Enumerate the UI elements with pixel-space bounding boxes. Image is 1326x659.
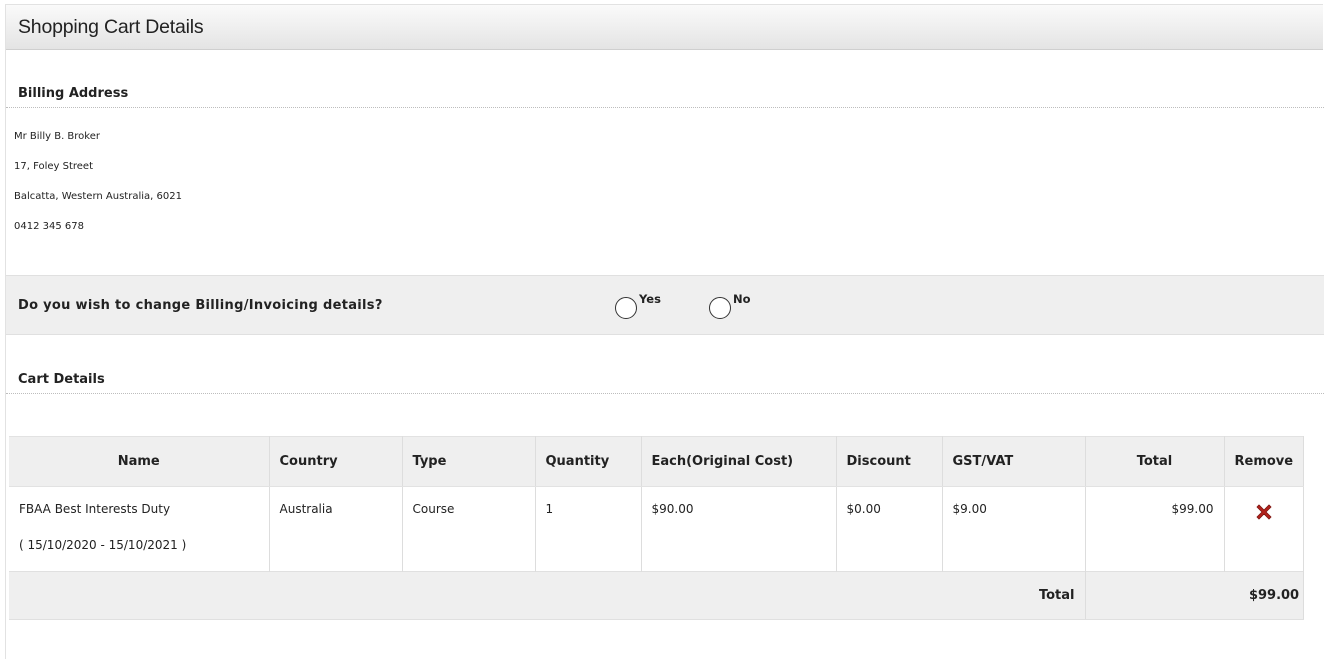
no-radio[interactable]	[709, 297, 731, 319]
table-row: FBAA Best Interests Duty ( 15/10/2020 - …	[9, 486, 1305, 572]
yes-label[interactable]: Yes	[639, 292, 661, 306]
cart-table: Name Country Type Quantity Each(Original…	[9, 436, 1305, 620]
item-discount: $0.00	[836, 486, 943, 572]
billing-name: Mr Billy B. Broker	[14, 131, 100, 142]
page-title: Shopping Cart Details	[18, 15, 204, 38]
col-total-header: Total	[1085, 436, 1225, 487]
item-country: Australia	[269, 486, 403, 572]
col-quantity-header: Quantity	[535, 436, 642, 487]
item-name-cell: FBAA Best Interests Duty ( 15/10/2020 - …	[9, 486, 270, 572]
billing-street: 17, Foley Street	[14, 161, 94, 172]
change-billing-question: Do you wish to change Billing/Invoicing …	[18, 298, 383, 313]
item-name: FBAA Best Interests Duty	[19, 502, 171, 516]
panel-header: Shopping Cart Details	[6, 5, 1323, 50]
item-period: ( 15/10/2020 - 15/10/2021 )	[19, 538, 187, 552]
total-spacer	[1085, 571, 1224, 620]
no-label[interactable]: No	[733, 292, 751, 306]
item-total: $99.00	[1085, 486, 1225, 572]
change-billing-bar: Do you wish to change Billing/Invoicing …	[6, 275, 1324, 335]
col-discount-header: Discount	[836, 436, 943, 487]
item-each-cost: $90.00	[641, 486, 837, 572]
col-gst-header: GST/VAT	[942, 436, 1086, 487]
total-label: Total	[9, 571, 1086, 620]
billing-address-heading: Billing Address	[6, 86, 1324, 108]
cart-details-heading: Cart Details	[6, 372, 1324, 394]
total-row: Total $99.00	[9, 571, 1305, 620]
col-type-header: Type	[402, 436, 536, 487]
billing-city: Balcatta, Western Australia, 6021	[14, 191, 182, 202]
col-each-header: Each(Original Cost)	[641, 436, 837, 487]
close-x-icon[interactable]	[1254, 502, 1274, 522]
col-country-header: Country	[269, 436, 403, 487]
item-gst: $9.00	[942, 486, 1086, 572]
item-quantity: 1	[535, 486, 642, 572]
total-value: $99.00	[1224, 571, 1305, 620]
col-name-header: Name	[9, 436, 270, 487]
yes-radio[interactable]	[615, 297, 637, 319]
billing-phone: 0412 345 678	[14, 221, 84, 232]
item-type: Course	[402, 486, 536, 572]
item-remove-cell	[1224, 486, 1305, 572]
shopping-cart-panel: Shopping Cart Details Billing Address Mr…	[5, 4, 1324, 659]
col-remove-header: Remove	[1224, 436, 1305, 487]
cart-header-row: Name Country Type Quantity Each(Original…	[9, 436, 1305, 487]
